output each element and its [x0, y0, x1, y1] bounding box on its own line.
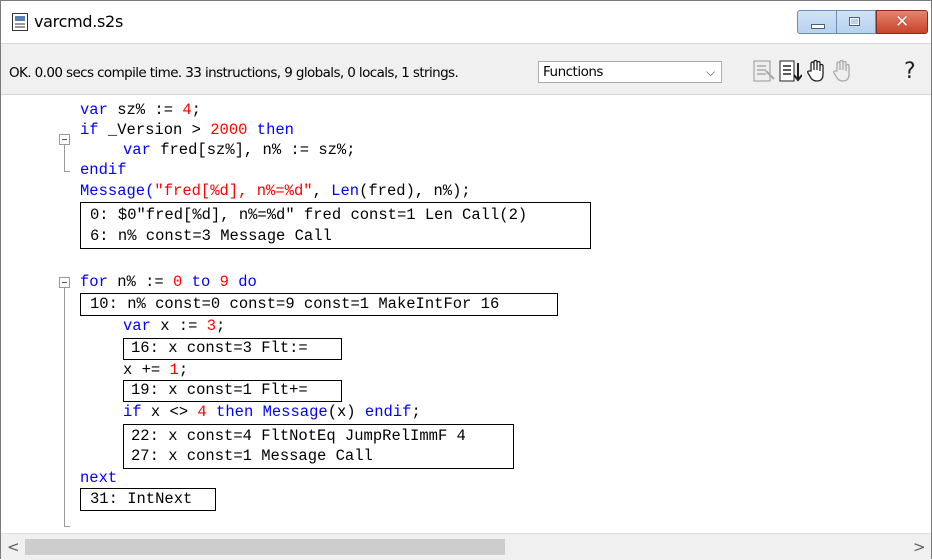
code-text: ; — [191, 101, 201, 119]
compiled-line: 27: x const=1 Message Call — [131, 447, 373, 465]
code-text: ; — [216, 317, 226, 335]
fold-end-mark — [64, 171, 70, 172]
code-line[interactable]: var fred[sz%], n% := sz%; — [123, 140, 356, 160]
code-text: _Version > — [98, 121, 211, 139]
compiled-line: 16: x const=3 Flt:= — [131, 339, 308, 357]
fold-guide — [64, 145, 65, 171]
number-literal: 4 — [182, 101, 192, 119]
fold-for-icon[interactable] — [59, 277, 70, 288]
keyword: if — [123, 403, 142, 421]
title-bar[interactable]: varcmd.s2s ✕ — [1, 1, 931, 43]
maximize-button[interactable] — [837, 10, 876, 34]
code-text: n% := — [107, 273, 174, 291]
scroll-right-icon[interactable]: > — [913, 538, 926, 556]
compiled-line: 10: n% const=0 const=9 const=1 MakeIntFo… — [90, 295, 500, 313]
code-line[interactable]: var x := 3; — [123, 316, 225, 336]
keyword: endif — [364, 403, 412, 421]
keyword: to — [191, 273, 211, 291]
script-file-icon — [12, 13, 28, 31]
keyword: then — [216, 403, 254, 421]
toggle-compiled-icon[interactable] — [752, 59, 776, 83]
number-literal: 0 — [173, 273, 183, 291]
chevron-down-icon[interactable]: ⌵ — [706, 65, 715, 80]
code-line[interactable]: var sz% := 4; — [80, 100, 201, 120]
compile-status-text: OK. 0.00 secs compile time. 33 instructi… — [9, 65, 459, 81]
keyword: Len — [331, 182, 360, 200]
keyword: for — [80, 273, 108, 291]
scrollbar-thumb[interactable] — [25, 539, 505, 555]
code-line[interactable]: Message("fred[%d], n%=%d", Len(fred), n%… — [80, 181, 471, 201]
hand-disabled-icon[interactable] — [830, 59, 854, 83]
number-literal: 9 — [219, 273, 229, 291]
code-text: x <> — [141, 403, 198, 421]
code-line[interactable]: x += 1; — [123, 360, 188, 380]
keyword: do — [238, 273, 257, 291]
compiled-line: 6: n% const=3 Message Call — [90, 227, 332, 245]
code-text: fred[sz%], n% := sz%; — [150, 141, 356, 159]
close-icon: ✕ — [895, 12, 910, 32]
number-literal: 1 — [169, 361, 179, 379]
code-text: (fred), n%); — [359, 182, 471, 200]
code-text: x += — [123, 361, 170, 379]
maximize-icon — [849, 17, 860, 26]
keyword: var — [80, 101, 108, 119]
step-down-icon[interactable] — [778, 59, 802, 83]
keyword: Message — [262, 403, 328, 421]
compiled-line: 22: x const=4 FltNotEq JumpRelImmF 4 — [131, 427, 466, 445]
keyword: Message( — [80, 182, 155, 200]
keyword: then — [256, 121, 294, 139]
code-line[interactable]: if _Version > 2000 then — [80, 120, 294, 140]
scroll-left-icon[interactable]: < — [7, 538, 20, 556]
code-line[interactable]: if x <> 4 then Message(x) endif; — [123, 402, 421, 422]
window-title: varcmd.s2s — [34, 12, 123, 31]
compiled-line: 0: $0"fred[%d], n%=%d" fred const=1 Len … — [90, 206, 528, 224]
close-button[interactable]: ✕ — [876, 10, 928, 34]
help-icon[interactable]: ? — [904, 59, 916, 84]
keyword: var — [123, 141, 151, 159]
code-text: sz% := — [107, 101, 183, 119]
functions-dropdown-value: Functions — [543, 64, 603, 80]
compiled-line: 19: x const=1 Flt+= — [131, 381, 308, 399]
number-literal: 2000 — [210, 121, 248, 139]
keyword: if — [80, 121, 99, 139]
code-text: (x) — [327, 403, 365, 421]
compiled-line: 31: IntNext — [90, 490, 193, 508]
fold-if-icon[interactable] — [59, 134, 70, 145]
minimize-button[interactable] — [797, 10, 837, 34]
code-text: , — [312, 182, 332, 200]
minimize-icon — [811, 24, 825, 29]
number-literal: 3 — [206, 317, 217, 335]
code-text: ; — [411, 403, 421, 421]
script-window: varcmd.s2s ✕ OK. 0.00 secs compile time.… — [0, 0, 932, 560]
functions-dropdown[interactable]: Functions — [538, 61, 722, 83]
fold-guide — [64, 288, 65, 526]
code-line[interactable]: for n% := 0 to 9 do — [80, 272, 257, 292]
horizontal-scrollbar[interactable]: < > — [1, 533, 931, 560]
code-line[interactable]: next — [80, 468, 117, 488]
code-editor[interactable]: var sz% := 4; if _Version > 2000 then va… — [1, 95, 931, 533]
code-line[interactable]: endif — [80, 160, 127, 180]
number-literal: 4 — [197, 403, 207, 421]
code-text: x := — [150, 317, 207, 335]
keyword: var — [123, 317, 151, 335]
hand-icon[interactable] — [804, 59, 828, 83]
code-text: ; — [178, 361, 189, 379]
compile-status-bar: OK. 0.00 secs compile time. 33 instructi… — [1, 43, 931, 95]
fold-end-mark — [64, 526, 70, 527]
string-literal: "fred[%d], n%=%d" — [154, 182, 313, 200]
